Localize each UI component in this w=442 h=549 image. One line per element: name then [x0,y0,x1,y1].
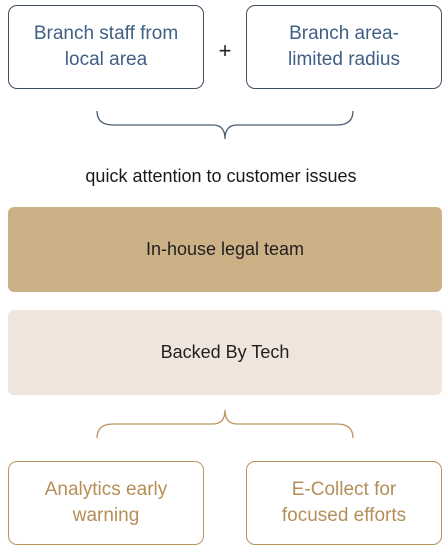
tech-label: Backed By Tech [160,342,290,362]
tech-band: Backed By Tech [8,310,442,395]
plus-operator: + [218,38,232,63]
ecollect-label: E-Collect for focused efforts [281,479,407,526]
branch-area-box: Branch area-limited radius [246,5,442,89]
analytics-box: Analytics early warning [8,461,204,545]
outcome-caption: quick attention to customer issues [85,166,357,186]
branch-area-label: Branch area-limited radius [288,23,400,70]
legal-team-band: In-house legal team [8,207,442,292]
brace-down-icon [96,110,354,140]
legal-team-label: In-house legal team [145,239,305,259]
analytics-label: Analytics early warning [44,479,168,526]
ecollect-box: E-Collect for focused efforts [246,461,442,545]
brace-up-icon [96,409,354,439]
branch-staff-label: Branch staff from local area [33,23,179,70]
branch-staff-box: Branch staff from local area [8,5,204,89]
